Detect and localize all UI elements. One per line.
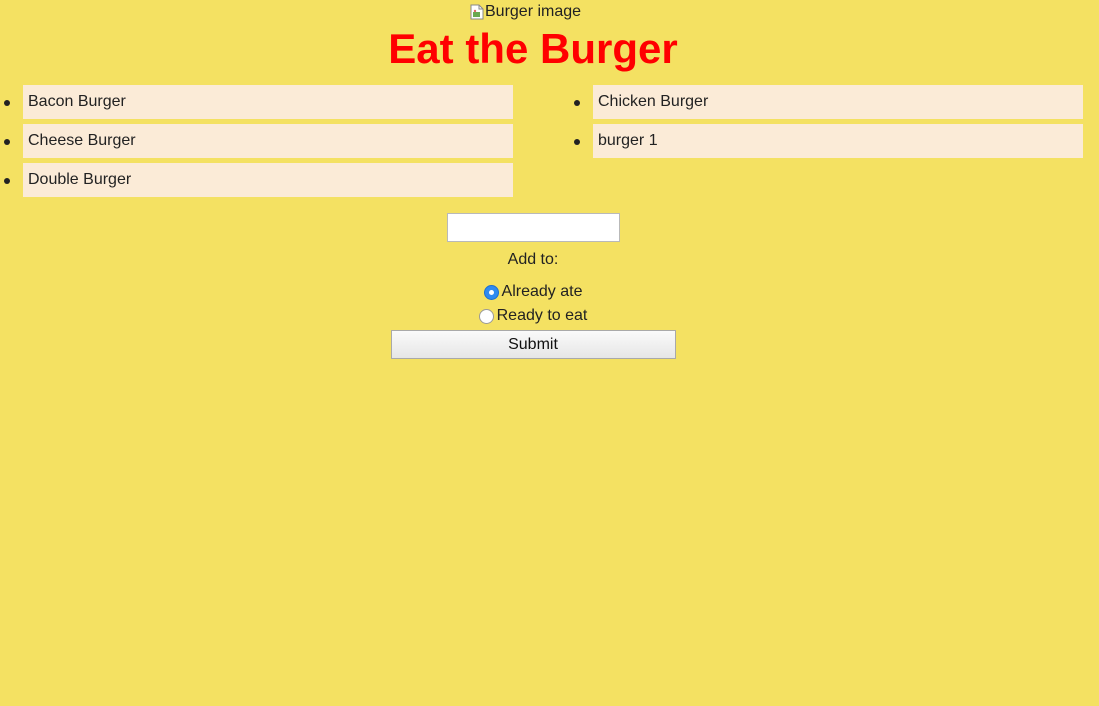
page: Burger image Eat the Burger Bacon Burger… [0,0,1099,706]
broken-image-icon [470,4,484,20]
list-item[interactable]: burger 1 [574,124,1083,158]
radio-label-ready-to-eat: Ready to eat [496,307,588,324]
list-item-label: Double Burger [28,171,132,188]
list-item-label: Bacon Burger [28,93,126,110]
bullet-icon [574,100,580,106]
burger-image: Burger image [470,2,581,22]
burger-list-right: Chicken Burger burger 1 [574,85,1083,163]
add-burger-form: Add to: Already ate Ready to eat Submit [0,213,1066,359]
bullet-icon [574,139,580,145]
list-item-label: burger 1 [598,132,658,149]
radio-checked-icon[interactable] [483,284,499,300]
list-item[interactable]: Bacon Burger [4,85,513,119]
bullet-icon [4,178,10,184]
list-item-label: Cheese Burger [28,132,136,149]
list-item[interactable]: Chicken Burger [574,85,1083,119]
submit-button[interactable]: Submit [390,330,676,359]
burger-list-left: Bacon Burger Cheese Burger Double Burger [4,85,513,202]
add-to-label: Add to: [507,251,559,268]
radio-unchecked-icon[interactable] [478,308,494,324]
bullet-icon [4,139,10,145]
list-item[interactable]: Double Burger [4,163,513,197]
burger-name-input[interactable] [446,213,620,242]
radio-label-already-ate: Already ate [501,283,583,300]
list-item-label: Chicken Burger [598,93,709,110]
radio-ready-to-eat[interactable]: Ready to eat [0,305,1066,327]
page-title: Eat the Burger [388,25,678,72]
list-item[interactable]: Cheese Burger [4,124,513,158]
burger-image-alt-text: Burger image [485,3,582,20]
radio-already-ate[interactable]: Already ate [0,281,1066,303]
bullet-icon [4,100,10,106]
